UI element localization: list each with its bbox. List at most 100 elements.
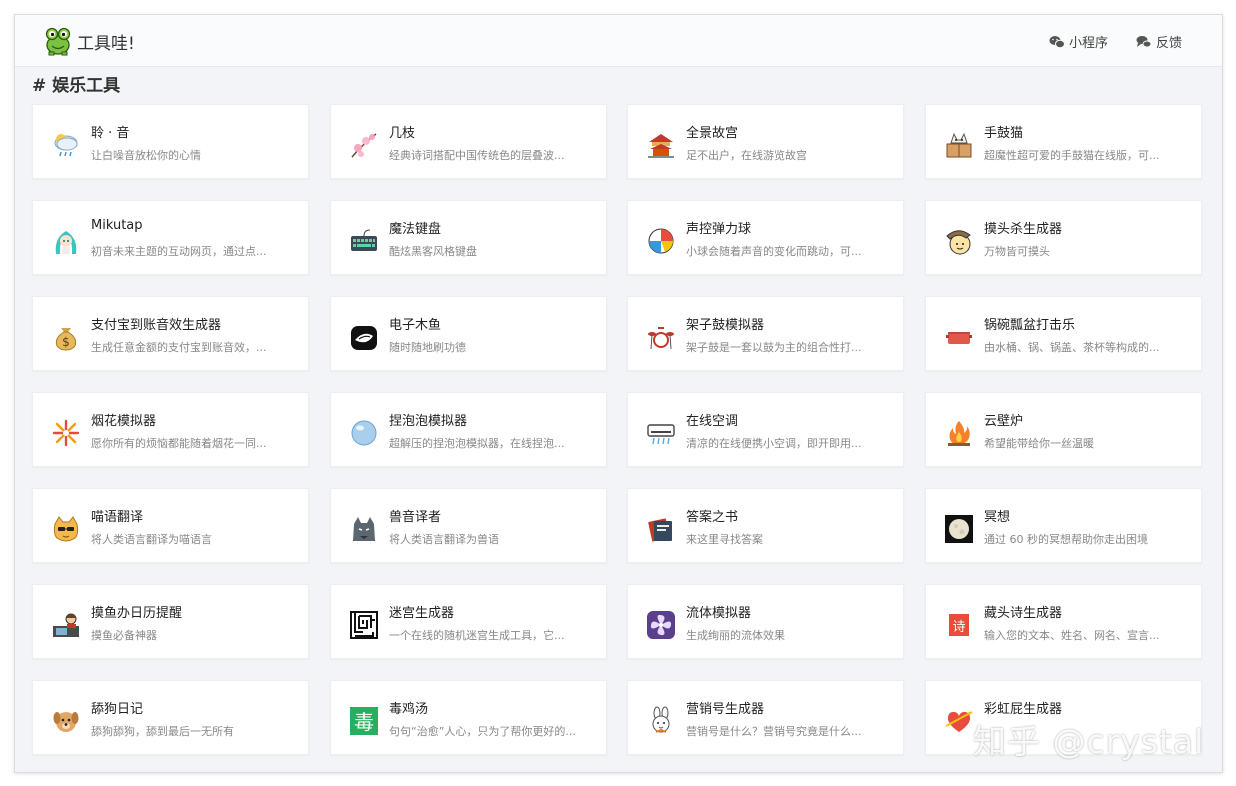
tool-card-title: 聆 · 音 [91,126,130,141]
tool-card-title: 架子鼓模拟器 [686,318,765,333]
tool-card-description: 酷炫黑客风格键盘 [389,245,477,258]
tool-card[interactable]: 几枝经典诗词搭配中国传统色的层叠波... [330,104,607,179]
money-bag-icon: $ [51,322,81,352]
dog-icon [51,706,81,736]
maze-icon [349,610,379,640]
tool-card-title: 云壁炉 [984,414,1024,429]
poem-icon: 诗 [944,610,974,640]
tool-card[interactable]: 全景故宫足不出户，在线游览故宫 [627,104,904,179]
tool-card-title: 喵语翻译 [91,510,144,525]
tool-card[interactable]: 捏泡泡模拟器 超解压的捏泡泡模拟器，在线捏泡... [330,392,607,467]
office-worker-icon [51,610,81,640]
tool-card[interactable]: 烟花模拟器愿你所有的烦恼都能随着烟花一同... [32,392,309,467]
tool-card[interactable]: 舔狗日记 舔狗舔狗，舔到最后一无所有 [32,680,309,755]
brand-name: 工具哇! [77,33,135,54]
wooden-fish-icon [349,322,379,352]
firework-icon [51,418,81,448]
tool-card-description: 希望能带给你一丝温暖 [984,437,1094,450]
tool-card-title: 全景故宫 [686,126,739,141]
feedback-link[interactable]: 反馈 [1136,32,1182,51]
svg-text:诗: 诗 [952,620,965,635]
tool-card-description: 超解压的捏泡泡模拟器，在线捏泡... [389,437,565,450]
watermark: 知乎 @crystal [973,722,1205,761]
rabbit-icon [646,706,676,736]
tool-card-title: 几枝 [389,126,416,141]
tool-card[interactable]: 魔法键盘酷炫黑客风格键盘 [330,200,607,275]
wolf-icon [349,514,379,544]
beach-ball-icon [646,226,676,256]
tool-card-title: 手鼓猫 [984,126,1024,141]
pot-icon [944,322,974,352]
tool-card[interactable]: 声控弹力球小球会随着声音的变化而跳动，可... [627,200,904,275]
tool-card-description: 通过 60 秒的冥想帮助你走出困境 [984,533,1148,546]
tool-card-description: 输入您的文本、姓名、网名、宣言... [984,629,1160,642]
tool-card[interactable]: 云壁炉希望能带给你一丝温暖 [925,392,1202,467]
tool-card-description: 将人类语言翻译为喵语言 [91,533,212,546]
feedback-label: 反馈 [1156,36,1183,51]
heart-arrow-icon [944,706,974,736]
palace-icon [646,130,676,160]
tool-card[interactable]: 兽音译者将人类语言翻译为兽语 [330,488,607,563]
tool-card-title: 支付宝到账音效生成器 [91,318,222,333]
tool-card-title: 魔法键盘 [389,222,442,237]
tool-card-description: 小球会随着声音的变化而跳动，可... [686,245,862,258]
tool-card-description: 架子鼓是一套以鼓为主的组合性打... [686,341,862,354]
tool-card-title: 电子木鱼 [389,318,442,333]
top-header: 工具哇! 小程序 反馈 [15,15,1222,67]
plum-blossom-icon [349,130,379,160]
tool-card-description: 让白噪音放松你的心情 [91,149,201,162]
tool-card-description: 来这里寻找答案 [686,533,763,546]
tool-card-description: 足不出户，在线游览故宫 [686,149,807,162]
tool-card-title: 声控弹力球 [686,222,752,237]
tool-card[interactable]: 聆 · 音让白噪音放松你的心情 [32,104,309,179]
tool-card[interactable]: 毒毒鸡汤 句句“治愈”人心，只为了帮你更好的... [330,680,607,755]
tool-card-title: 营销号生成器 [686,702,765,717]
drum-cat-icon [944,130,974,160]
tool-card[interactable]: 流体模拟器 生成绚丽的流体效果 [627,584,904,659]
tool-card-description: 超魔性超可爱的手鼓猫在线版，可... [984,149,1160,162]
comments-icon [1136,35,1152,47]
tool-card[interactable]: Mikutap 初音未来主题的互动网页，通过点... [32,200,309,275]
tool-card-title: 烟花模拟器 [91,414,157,429]
tool-card-description: 一个在线的随机迷宫生成工具，它... [389,629,565,642]
keyboard-icon [349,226,379,256]
miku-icon [51,226,81,256]
tool-card-title: 毒鸡汤 [389,702,429,717]
meditation-moon-icon [944,514,974,544]
tool-card-description: 愿你所有的烦恼都能随着烟花一同... [91,437,267,450]
tool-card[interactable]: 冥想通过 60 秒的冥想帮助你走出困境 [925,488,1202,563]
tool-card[interactable]: 锅碗瓢盆打击乐 由水桶、锅、锅盖、茶杯等构成的... [925,296,1202,371]
tool-card[interactable]: 诗 藏头诗生成器 输入您的文本、姓名、网名、宣言... [925,584,1202,659]
tool-card-description: 经典诗词搭配中国传统色的层叠波... [389,149,565,162]
tool-card-description: 万物皆可摸头 [984,245,1050,258]
tool-card-description: 营销号是什么？营销号究竟是什么... [686,725,862,738]
tool-card-description: 将人类语言翻译为兽语 [389,533,499,546]
brand[interactable]: 工具哇! [45,26,135,56]
tool-card[interactable]: 摸头杀生成器 万物皆可摸头 [925,200,1202,275]
tool-card-description: 句句“治愈”人心，只为了帮你更好的... [389,725,576,738]
tool-card[interactable]: 答案之书 来这里寻找答案 [627,488,904,563]
tool-card[interactable]: 在线空调 清凉的在线便携小空调，即开即用... [627,392,904,467]
tool-card-description: 舔狗舔狗，舔到最后一无所有 [91,725,234,738]
tool-card[interactable]: 喵语翻译将人类语言翻译为喵语言 [32,488,309,563]
tool-card-title: 在线空调 [686,414,739,429]
tool-card[interactable]: 架子鼓模拟器架子鼓是一套以鼓为主的组合性打... [627,296,904,371]
tool-card-description: 生成绚丽的流体效果 [686,629,785,642]
tool-card-title: 锅碗瓢盆打击乐 [984,318,1076,333]
tool-card[interactable]: 迷宫生成器一个在线的随机迷宫生成工具，它... [330,584,607,659]
tool-card-title: 兽音译者 [389,510,442,525]
tool-card-title: 冥想 [984,510,1011,525]
tool-card-title: 摸鱼办日历提醒 [91,606,183,621]
tool-card-description: 生成任意金额的支付宝到账音效，... [91,341,267,354]
tool-card[interactable]: 电子木鱼 随时随地刷功德 [330,296,607,371]
book-icon [646,514,676,544]
rain-cloud-icon [51,130,81,160]
tool-card[interactable]: $ 支付宝到账音效生成器生成任意金额的支付宝到账音效，... [32,296,309,371]
tool-card-title: 迷宫生成器 [389,606,455,621]
mini-program-link[interactable]: 小程序 [1049,32,1108,51]
tool-card[interactable]: 营销号生成器营销号是什么？营销号究竟是什么... [627,680,904,755]
cat-face-icon [51,514,81,544]
tool-card[interactable]: 手鼓猫超魔性超可爱的手鼓猫在线版，可... [925,104,1202,179]
air-conditioner-icon [646,418,676,448]
tool-card[interactable]: 摸鱼办日历提醒 摸鱼必备神器 [32,584,309,659]
